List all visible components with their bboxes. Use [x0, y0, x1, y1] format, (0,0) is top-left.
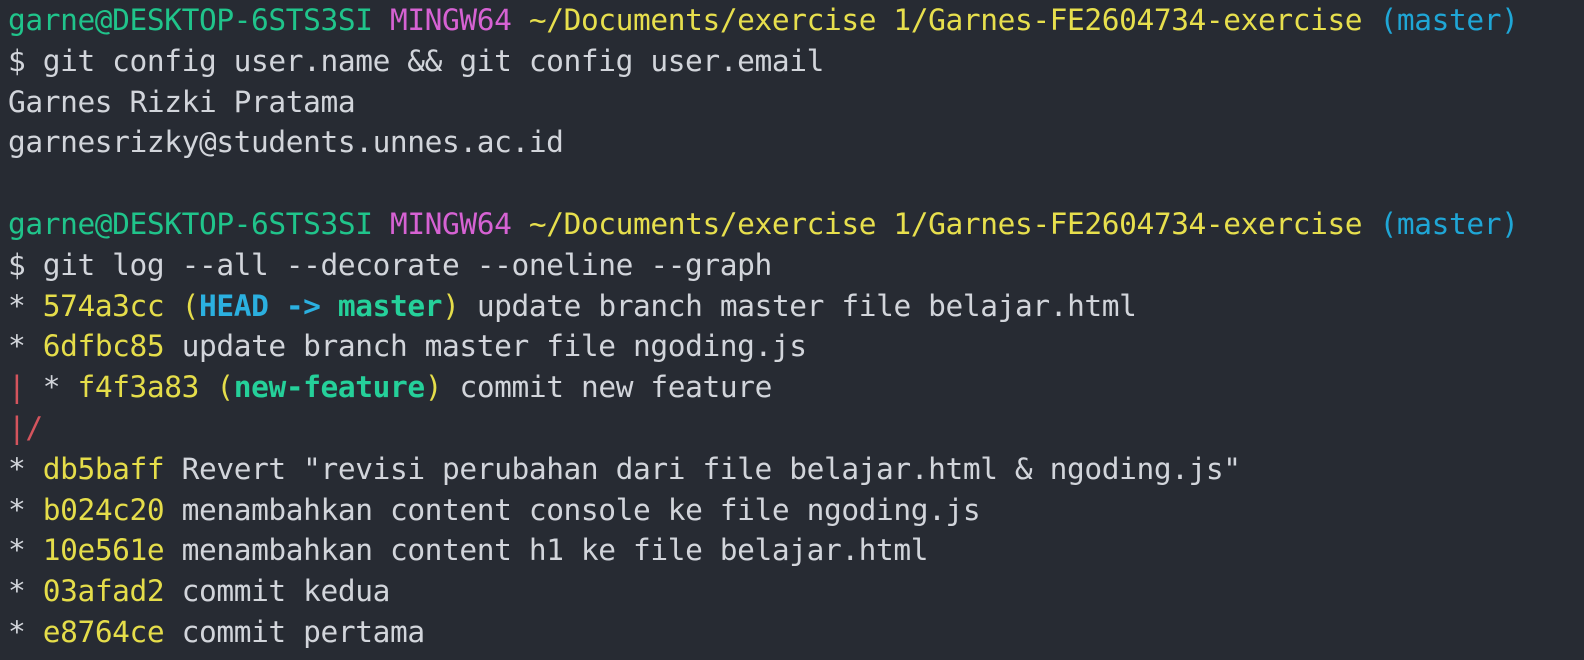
ref-open-paren: (: [181, 288, 200, 323]
command-text: $ git log --all --decorate --oneline --g…: [8, 247, 772, 282]
log-line: * 574a3cc (HEAD -> master) update branch…: [8, 286, 1584, 327]
commit-hash: 03afad2: [42, 574, 165, 609]
prompt-branch: (master): [1379, 206, 1519, 241]
ref-branch-new-feature: new-feature: [233, 370, 425, 405]
ref-head: HEAD ->: [199, 288, 338, 323]
command-line: $ git log --all --decorate --oneline --g…: [8, 245, 1584, 286]
graph-branch-line: |: [8, 370, 43, 405]
graph-marker: *: [8, 533, 43, 568]
log-line: * db5baff Revert "revisi perubahan dari …: [8, 449, 1584, 490]
commit-hash: 10e561e: [42, 533, 165, 568]
prompt-path: ~/Documents/exercise 1/Garnes-FE2604734-…: [528, 206, 1363, 241]
ref-branch-master: master: [337, 288, 443, 323]
commit-hash: b024c20: [42, 492, 165, 527]
commit-hash: 6dfbc85: [42, 329, 165, 364]
command-text: $ git config user.name && git config use…: [8, 43, 824, 78]
graph-marker: *: [8, 329, 43, 364]
prompt-user-host: garne@DESKTOP-6STS3SI: [8, 206, 373, 241]
log-line: |/: [8, 408, 1584, 449]
graph-marker: *: [8, 614, 43, 649]
commit-message: update branch master file ngoding.js: [164, 329, 807, 364]
commit-hash: db5baff: [42, 451, 165, 486]
log-line: * b024c20 menambahkan content console ke…: [8, 490, 1584, 531]
graph-marker: *: [8, 288, 43, 323]
prompt-line: garne@DESKTOP-6STS3SI MINGW64 ~/Document…: [8, 204, 1584, 245]
log-line: | * f4f3a83 (new-feature) commit new fea…: [8, 367, 1584, 408]
config-user-name: Garnes Rizki Pratama: [8, 84, 356, 119]
ref-close-paren: ): [442, 288, 460, 323]
log-line: * e8764ce commit pertama: [8, 612, 1584, 653]
graph-merge-line: |/: [8, 410, 43, 445]
command-line: $ git config user.name && git config use…: [8, 41, 1584, 82]
commit-message: Revert "revisi perubahan dari file belaj…: [164, 451, 1241, 486]
prompt-branch: (master): [1379, 3, 1519, 37]
commit-message: menambahkan content console ke file ngod…: [164, 492, 981, 527]
ref-open-paren: (: [216, 370, 234, 405]
log-line: * 03afad2 commit kedua: [8, 571, 1584, 612]
log-line: * 10e561e menambahkan content h1 ke file…: [8, 530, 1584, 571]
commit-hash: e8764ce: [42, 614, 165, 649]
ref-close-paren: ): [424, 370, 443, 405]
graph-marker: *: [42, 370, 78, 405]
graph-marker: *: [8, 451, 43, 486]
prompt-system: MINGW64: [389, 3, 512, 37]
commit-message: commit kedua: [164, 574, 391, 609]
output-line: garnesrizky@students.unnes.ac.id: [8, 122, 1584, 163]
commit-message: update branch master file belajar.html: [459, 288, 1137, 323]
commit-hash: 574a3cc: [42, 288, 165, 323]
prompt-path: ~/Documents/exercise 1/Garnes-FE2604734-…: [528, 3, 1363, 37]
commit-message: menambahkan content h1 ke file belajar.h…: [164, 533, 929, 568]
commit-message: commit new feature: [442, 370, 772, 405]
output-line: Garnes Rizki Pratama: [8, 82, 1584, 123]
config-user-email: garnesrizky@students.unnes.ac.id: [8, 125, 564, 160]
terminal-window[interactable]: garne@DESKTOP-6STS3SI MINGW64 ~/Document…: [0, 0, 1584, 660]
graph-marker: *: [8, 492, 43, 527]
log-line: * 6dfbc85 update branch master file ngod…: [8, 326, 1584, 367]
graph-marker: *: [8, 574, 43, 609]
prompt-user-host: garne@DESKTOP-6STS3SI: [8, 3, 373, 37]
commit-hash: f4f3a83: [77, 370, 199, 405]
commit-message: commit pertama: [164, 614, 425, 649]
prompt-system: MINGW64: [389, 206, 512, 241]
prompt-line: garne@DESKTOP-6STS3SI MINGW64 ~/Document…: [8, 0, 1584, 41]
